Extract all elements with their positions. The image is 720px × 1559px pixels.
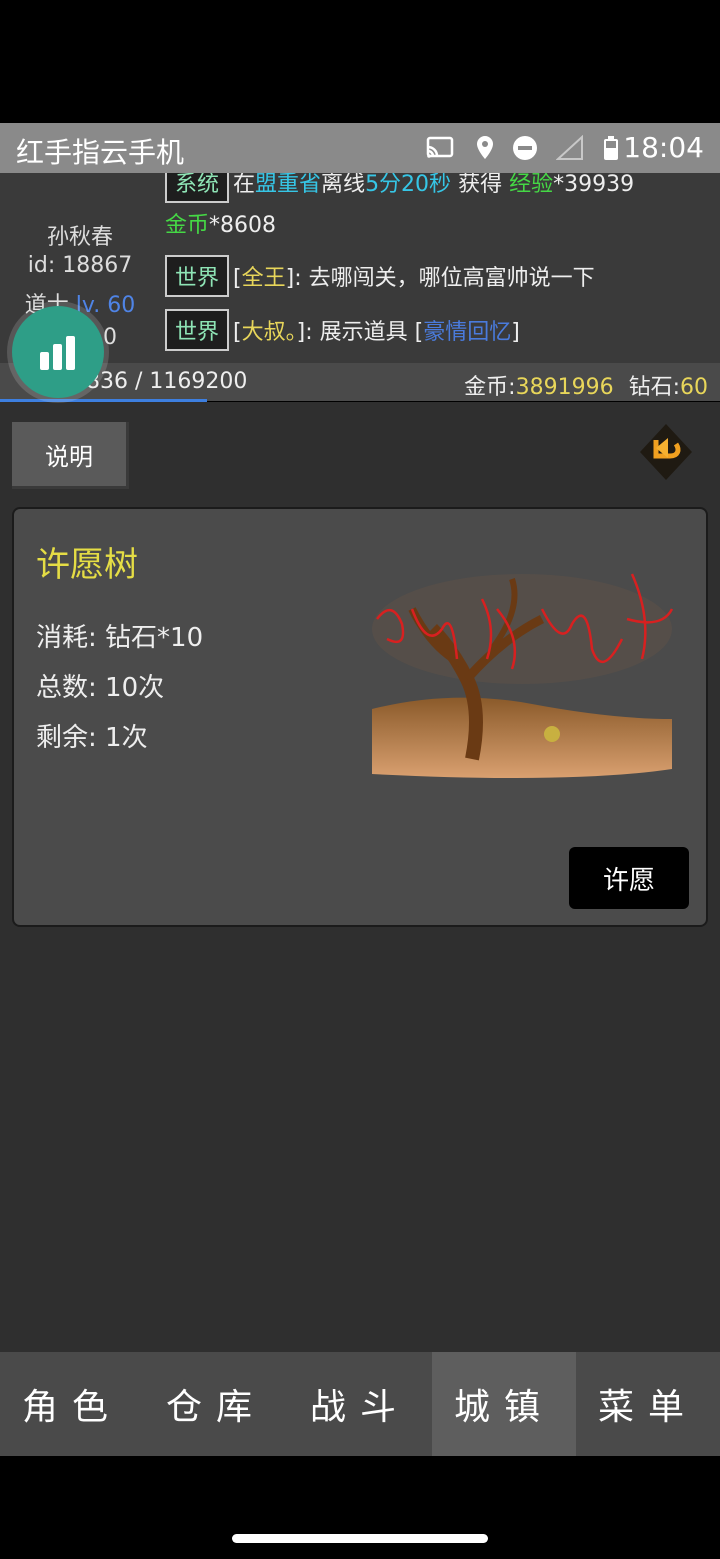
battery-icon bbox=[604, 136, 618, 160]
chat-channel: 系统 bbox=[165, 173, 230, 203]
chat-message: 世界 [大叔。]: 展示道具 [豪情回忆] bbox=[165, 309, 720, 351]
chat-text: 离线 bbox=[321, 173, 366, 197]
clock: 18:04 bbox=[623, 131, 704, 164]
dnd-icon bbox=[513, 136, 537, 160]
back-arrow-icon[interactable] bbox=[638, 422, 694, 482]
chat-text: 在 bbox=[233, 173, 256, 197]
bottom-navigation: 角色 仓库 战斗 城镇 菜单 bbox=[0, 1352, 720, 1456]
wish-button[interactable]: 许愿 bbox=[569, 847, 689, 909]
chat-channel: 世界 bbox=[165, 255, 230, 297]
home-indicator[interactable] bbox=[232, 1534, 488, 1543]
app-title: 红手指云手机 bbox=[16, 136, 185, 169]
chat-message-wrap: 金币*8608 bbox=[165, 207, 720, 239]
chat-speaker[interactable]: 全王 bbox=[242, 266, 286, 291]
player-name: 孙秋春 bbox=[46, 225, 113, 250]
status-bar: 红手指云手机 18:04 bbox=[0, 123, 720, 173]
wish-remaining: 剩余: 1次 bbox=[36, 723, 148, 753]
bar-chart-icon bbox=[40, 336, 75, 370]
chat-reward: 经验 bbox=[509, 173, 554, 197]
gold-value: 3891996 bbox=[515, 375, 614, 400]
diamond-label: 钻石: bbox=[628, 375, 680, 400]
location-icon bbox=[477, 136, 493, 159]
wish-total: 总数: 10次 bbox=[36, 673, 165, 703]
floating-assistant-button[interactable] bbox=[12, 306, 104, 398]
cast-icon bbox=[426, 136, 454, 158]
chat-channel: 世界 bbox=[165, 309, 230, 351]
chat-text: ] bbox=[511, 320, 520, 345]
chat-panel[interactable]: 系统 在盟重省离线5分20秒 获得 经验*39939 金币*8608 世界 [全王]… bbox=[165, 173, 720, 363]
gold-label: 金币: bbox=[464, 375, 516, 400]
chat-reward-value: *39939 bbox=[553, 173, 635, 197]
chat-speaker[interactable]: 大叔。 bbox=[242, 320, 297, 345]
chat-message: 世界 [全王]: 去哪闯关，哪位高富帅说一下 bbox=[165, 255, 720, 297]
chat-duration: 5分20秒 bbox=[365, 173, 452, 197]
nav-character[interactable]: 角色 bbox=[0, 1352, 144, 1456]
currency-group: 金币:3891996 钻石:60 bbox=[464, 369, 708, 401]
nav-battle[interactable]: 战斗 bbox=[288, 1352, 432, 1456]
game-header: 孙秋春 id: 18867 道士 lv. 60 0 系统 在盟重省离线5分20秒 … bbox=[0, 173, 720, 363]
nav-warehouse[interactable]: 仓库 bbox=[144, 1352, 288, 1456]
chat-reward: 金币 bbox=[165, 213, 210, 238]
wish-tree-card: 许愿树 消耗: 钻石*10 总数: 10次 剩余: 1次 许愿 bbox=[12, 507, 708, 927]
chat-message: 系统 在盟重省离线5分20秒 获得 经验*39939 bbox=[165, 173, 720, 203]
main-content: 说明 许愿树 消耗: 钻石*10 总数: 10次 剩余: 1次 许愿 bbox=[0, 402, 720, 1352]
exp-value: 836 / 1169200 bbox=[86, 369, 248, 394]
chat-text: : 去哪闯关，哪位高富帅说一下 bbox=[294, 266, 595, 291]
chat-reward-value: *8608 bbox=[209, 213, 277, 238]
wish-cost: 消耗: 钻石*10 bbox=[36, 623, 204, 653]
nav-menu[interactable]: 菜单 bbox=[576, 1352, 720, 1456]
wish-tree-image bbox=[372, 569, 678, 783]
wish-tree-title: 许愿树 bbox=[36, 545, 138, 585]
chat-item-link[interactable]: 豪情回忆 bbox=[423, 320, 511, 345]
chat-text: : 展示道具 [ bbox=[305, 320, 424, 345]
nav-town[interactable]: 城镇 bbox=[432, 1352, 576, 1456]
chat-text: 获得 bbox=[458, 173, 503, 197]
help-button[interactable]: 说明 bbox=[12, 422, 129, 489]
signal-icon bbox=[556, 135, 583, 160]
diamond-value: 60 bbox=[680, 375, 708, 400]
resource-bar: 836 / 1169200 金币:3891996 钻石:60 bbox=[0, 363, 720, 401]
chat-place: 盟重省 bbox=[255, 173, 322, 197]
player-id: id: 18867 bbox=[27, 253, 133, 278]
